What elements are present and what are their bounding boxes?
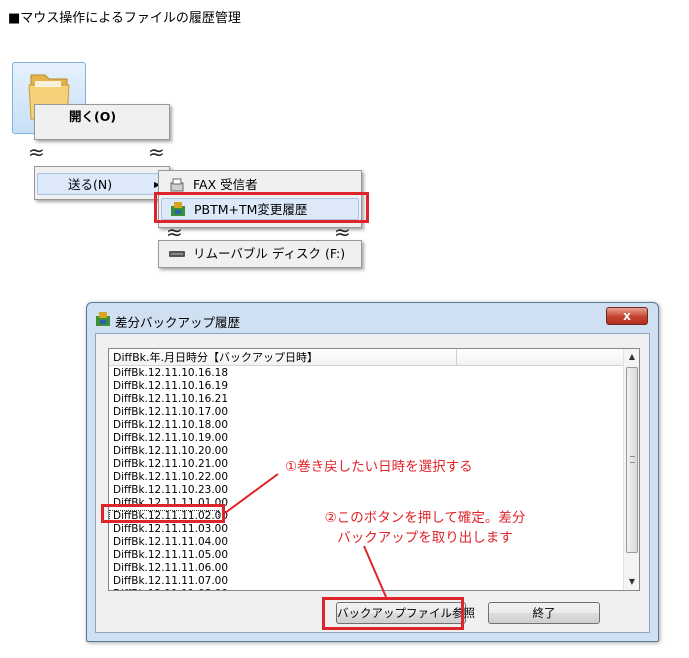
annotation-step2-line1: ②このボタンを押して確定。差分 <box>324 510 526 526</box>
annotation-step2-line2: バックアップを取り出します <box>337 530 513 546</box>
annotation-step2: ②このボタンを押して確定。差分 バックアップを取り出します <box>300 508 550 548</box>
annotation-step1: ①巻き戻したい日時を選択する <box>285 459 473 475</box>
annotation-arrows <box>224 473 387 598</box>
